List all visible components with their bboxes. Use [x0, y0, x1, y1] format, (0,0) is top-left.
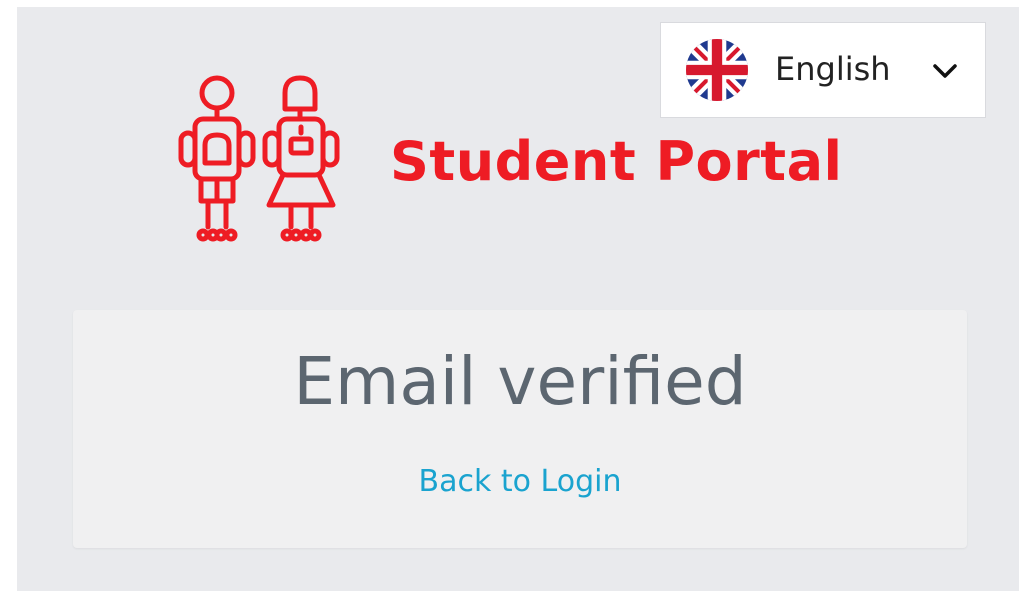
language-selector[interactable]: English [660, 22, 986, 118]
brand-title: Student Portal [390, 130, 843, 193]
page-title: Email verified [293, 343, 747, 420]
chevron-down-icon [933, 64, 957, 78]
back-to-login-link[interactable]: Back to Login [73, 462, 967, 502]
student-figures-icon [178, 75, 340, 242]
verification-card: Email verified Back to Login [73, 310, 967, 548]
language-label: English [775, 50, 891, 88]
uk-flag-icon [686, 39, 748, 101]
